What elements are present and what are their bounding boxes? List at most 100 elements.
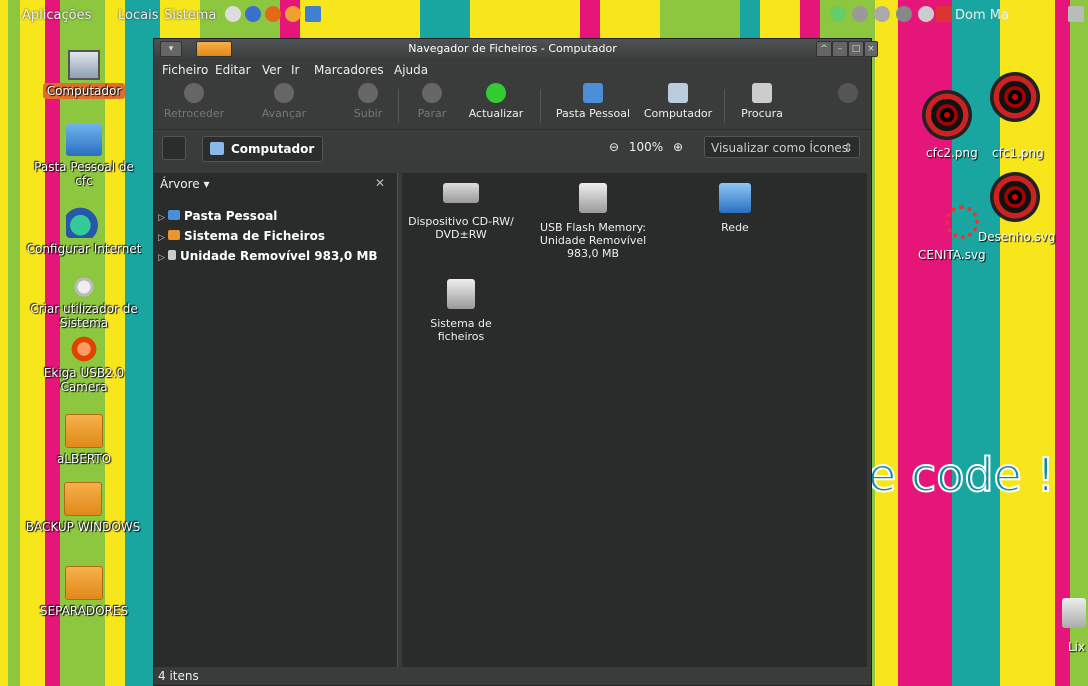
launcher-icon[interactable] — [225, 6, 241, 22]
location-path-button[interactable]: Computador — [202, 136, 324, 162]
reload-button[interactable]: Actualizar — [456, 83, 536, 120]
desktop-icon-label: Configurar Internet — [26, 242, 142, 256]
trash-icon[interactable] — [1062, 598, 1086, 628]
zoom-in-icon[interactable]: ⊕ — [673, 140, 683, 154]
file-item-network[interactable]: Rede — [680, 183, 790, 234]
tray-icon[interactable] — [896, 6, 912, 22]
tree-item-home[interactable]: ▷ Pasta Pessoal — [158, 209, 277, 223]
close-icon[interactable]: ✕ — [375, 176, 385, 190]
update-tray-icon[interactable] — [936, 6, 952, 22]
image-thumbnail-icon[interactable] — [922, 90, 972, 140]
file-item-cd-drive[interactable]: Dispositivo CD-RW/ DVD±RW — [406, 183, 516, 241]
search-button[interactable]: Procura — [732, 83, 792, 120]
home-button[interactable]: Pasta Pessoal — [548, 83, 638, 120]
file-label-cfc2[interactable]: cfc2.png — [926, 146, 978, 160]
desktop-icon-label: Computador — [42, 83, 126, 99]
trash-label[interactable]: Lix — [1068, 640, 1085, 654]
expander-icon[interactable]: ▷ — [158, 233, 168, 243]
file-item-label: Rede — [721, 221, 749, 234]
home-launcher-icon[interactable] — [285, 6, 301, 22]
sidebar: Árvore ▾ ✕ ▷ Pasta Pessoal ▷ Sistema de Fi… — [154, 173, 398, 667]
menu-ajuda[interactable]: Ajuda — [394, 63, 428, 77]
sidebar-type-select[interactable]: Árvore ▾ — [160, 177, 209, 191]
computer-icon — [68, 50, 100, 80]
file-item-filesystem[interactable]: Sistema de ficheiros — [406, 279, 516, 343]
back-arrow-icon — [184, 83, 204, 103]
users-icon — [66, 276, 102, 298]
menu-places[interactable]: Locais — [118, 8, 158, 23]
window-titlebar[interactable]: ▾ Navegador de Ficheiros - Computador ^ … — [154, 39, 878, 59]
menu-editar[interactable]: Editar — [215, 63, 251, 77]
expander-icon[interactable]: ▷ — [158, 213, 168, 223]
firefox-icon[interactable] — [265, 6, 281, 22]
desktop-background: Aplicações Locais Sistema Dom Ma Computa… — [0, 0, 1088, 686]
desktop-icon-computer[interactable]: Computador — [24, 50, 144, 99]
file-label-cenita[interactable]: CENITA.svg — [918, 248, 986, 262]
zoom-out-icon[interactable]: ⊖ — [609, 140, 619, 154]
help-icon[interactable] — [245, 6, 261, 22]
menu-applications[interactable]: Aplicações — [22, 8, 91, 23]
tree-item-removable[interactable]: ▷ Unidade Removível 983,0 MB — [158, 249, 378, 263]
desktop-icon-backup[interactable]: BACKUP WINDOWS — [8, 482, 158, 534]
top-panel: Aplicações Locais Sistema Dom Ma — [0, 0, 1088, 30]
item-count: 4 itens — [158, 669, 199, 683]
svg-thumbnail-icon[interactable] — [945, 205, 979, 239]
usb-drive-icon — [168, 250, 176, 260]
file-item-label: Sistema de ficheiros — [430, 317, 492, 343]
menu-marcadores[interactable]: Marcadores — [314, 63, 384, 77]
logout-icon[interactable] — [1068, 6, 1084, 22]
view-mode-select[interactable]: Visualizar como Ícones ⇕ — [704, 136, 860, 158]
svg-thumbnail-icon[interactable] — [990, 172, 1040, 222]
tree-item-filesystem[interactable]: ▷ Sistema de Ficheiros — [158, 229, 325, 243]
network-icon — [719, 183, 751, 213]
desktop-icon-ekiga[interactable]: Ekiga USB2.0 Camera — [24, 336, 144, 394]
edit-location-button[interactable] — [162, 136, 186, 160]
back-button[interactable]: Retroceder — [162, 83, 226, 120]
minimize-button[interactable]: – — [832, 41, 848, 57]
forward-button[interactable]: Avançar — [254, 83, 314, 120]
file-manager-window: ▾ Navegador de Ficheiros - Computador ^ … — [153, 38, 878, 686]
desktop-icon-label: Criar utilizador de Sistema — [30, 302, 138, 330]
throbber — [838, 83, 858, 107]
chevron-updown-icon: ⇕ — [842, 141, 853, 155]
file-item-usb[interactable]: USB Flash Memory: Unidade Removível 983,… — [538, 183, 648, 260]
maximize-button[interactable]: □ — [848, 41, 864, 57]
computer-icon — [668, 83, 688, 103]
desktop-icon-home[interactable]: Pasta Pessoal de cfc — [24, 124, 144, 188]
location-label: Computador — [231, 142, 315, 156]
toolbar-separator — [540, 89, 541, 123]
clock[interactable]: Dom Ma — [955, 8, 1009, 23]
image-thumbnail-icon[interactable] — [990, 72, 1040, 122]
location-bar: Computador ⊖ 100% ⊕ Visualizar como Ícon… — [154, 129, 871, 164]
tray-icon[interactable] — [852, 6, 868, 22]
tray-icon[interactable] — [918, 6, 934, 22]
zoom-level[interactable]: 100% — [629, 140, 663, 154]
desktop-icon-users[interactable]: Criar utilizador de Sistema — [24, 276, 144, 330]
tree-item-label: Sistema de Ficheiros — [184, 229, 325, 243]
stop-button[interactable]: Parar — [410, 83, 454, 120]
file-label-desenho[interactable]: Desenho.svg — [978, 230, 1055, 244]
close-button[interactable]: × — [864, 41, 878, 57]
desktop-icon-label: BACKUP WINDOWS — [25, 520, 141, 534]
home-folder-icon — [66, 124, 102, 156]
folder-icon — [65, 566, 103, 600]
roll-up-button[interactable]: ^ — [816, 41, 832, 57]
desktop-icon-separadores[interactable]: SEPARADORES — [16, 566, 152, 618]
network-tray-icon[interactable] — [830, 6, 846, 22]
menu-ver[interactable]: Ver — [262, 63, 282, 77]
menubar: Ficheiro Editar Ver Ir Marcadores Ajuda — [154, 59, 871, 81]
status-bar: 4 itens — [154, 667, 871, 685]
computer-launcher-icon[interactable] — [305, 6, 321, 22]
desktop-icon-internet[interactable]: Configurar Internet — [24, 206, 144, 256]
file-label-cfc1[interactable]: cfc1.png — [992, 146, 1044, 160]
menu-ficheiro[interactable]: Ficheiro — [162, 63, 208, 77]
menu-system[interactable]: Sistema — [164, 8, 216, 23]
up-button[interactable]: Subir — [348, 83, 388, 120]
computer-button[interactable]: Computador — [640, 83, 716, 120]
menu-ir[interactable]: Ir — [291, 63, 299, 77]
folder-icon — [65, 414, 103, 448]
desktop-icon-alberto[interactable]: aLBERTO — [24, 414, 144, 466]
desktop-icon-label: Pasta Pessoal de cfc — [34, 160, 134, 188]
tray-icon[interactable] — [874, 6, 890, 22]
expander-icon[interactable]: ▷ — [158, 253, 168, 263]
